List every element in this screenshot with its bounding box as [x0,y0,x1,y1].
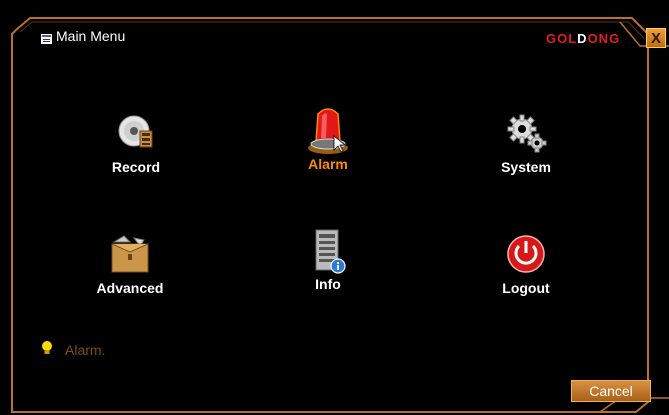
record-disc-icon [114,111,158,155]
window-title-label: Main Menu [56,28,126,44]
menu-item-label: Logout [502,280,550,296]
lightbulb-icon [41,340,53,359]
power-icon [504,232,548,276]
alarm-siren-icon [306,104,350,156]
menu-item-info[interactable]: Info [268,226,388,292]
menu-item-alarm[interactable]: Alarm [268,104,388,172]
menu-item-system[interactable]: System [466,111,586,175]
status-bar: Alarm. [41,340,105,359]
menu-item-record[interactable]: Record [76,111,196,175]
menu-item-label: System [501,159,551,175]
status-text: Alarm. [65,341,106,358]
brand-logo: GOLDONG [546,31,621,46]
gears-icon [504,111,548,155]
cancel-button[interactable]: Cancel [571,380,651,402]
menu-item-advanced[interactable]: Advanced [70,232,190,296]
menu-item-label: Advanced [96,280,164,296]
close-button[interactable]: X [646,28,666,48]
close-icon: X [650,29,661,47]
toolbox-icon [108,232,152,276]
menu-item-logout[interactable]: Logout [466,232,586,296]
menu-icon [41,31,52,44]
menu-item-label: Info [315,276,341,292]
window-title: Main Menu [41,28,125,44]
menu-item-label: Alarm [308,156,348,172]
info-device-icon [306,226,350,276]
menu-item-label: Record [111,159,161,175]
